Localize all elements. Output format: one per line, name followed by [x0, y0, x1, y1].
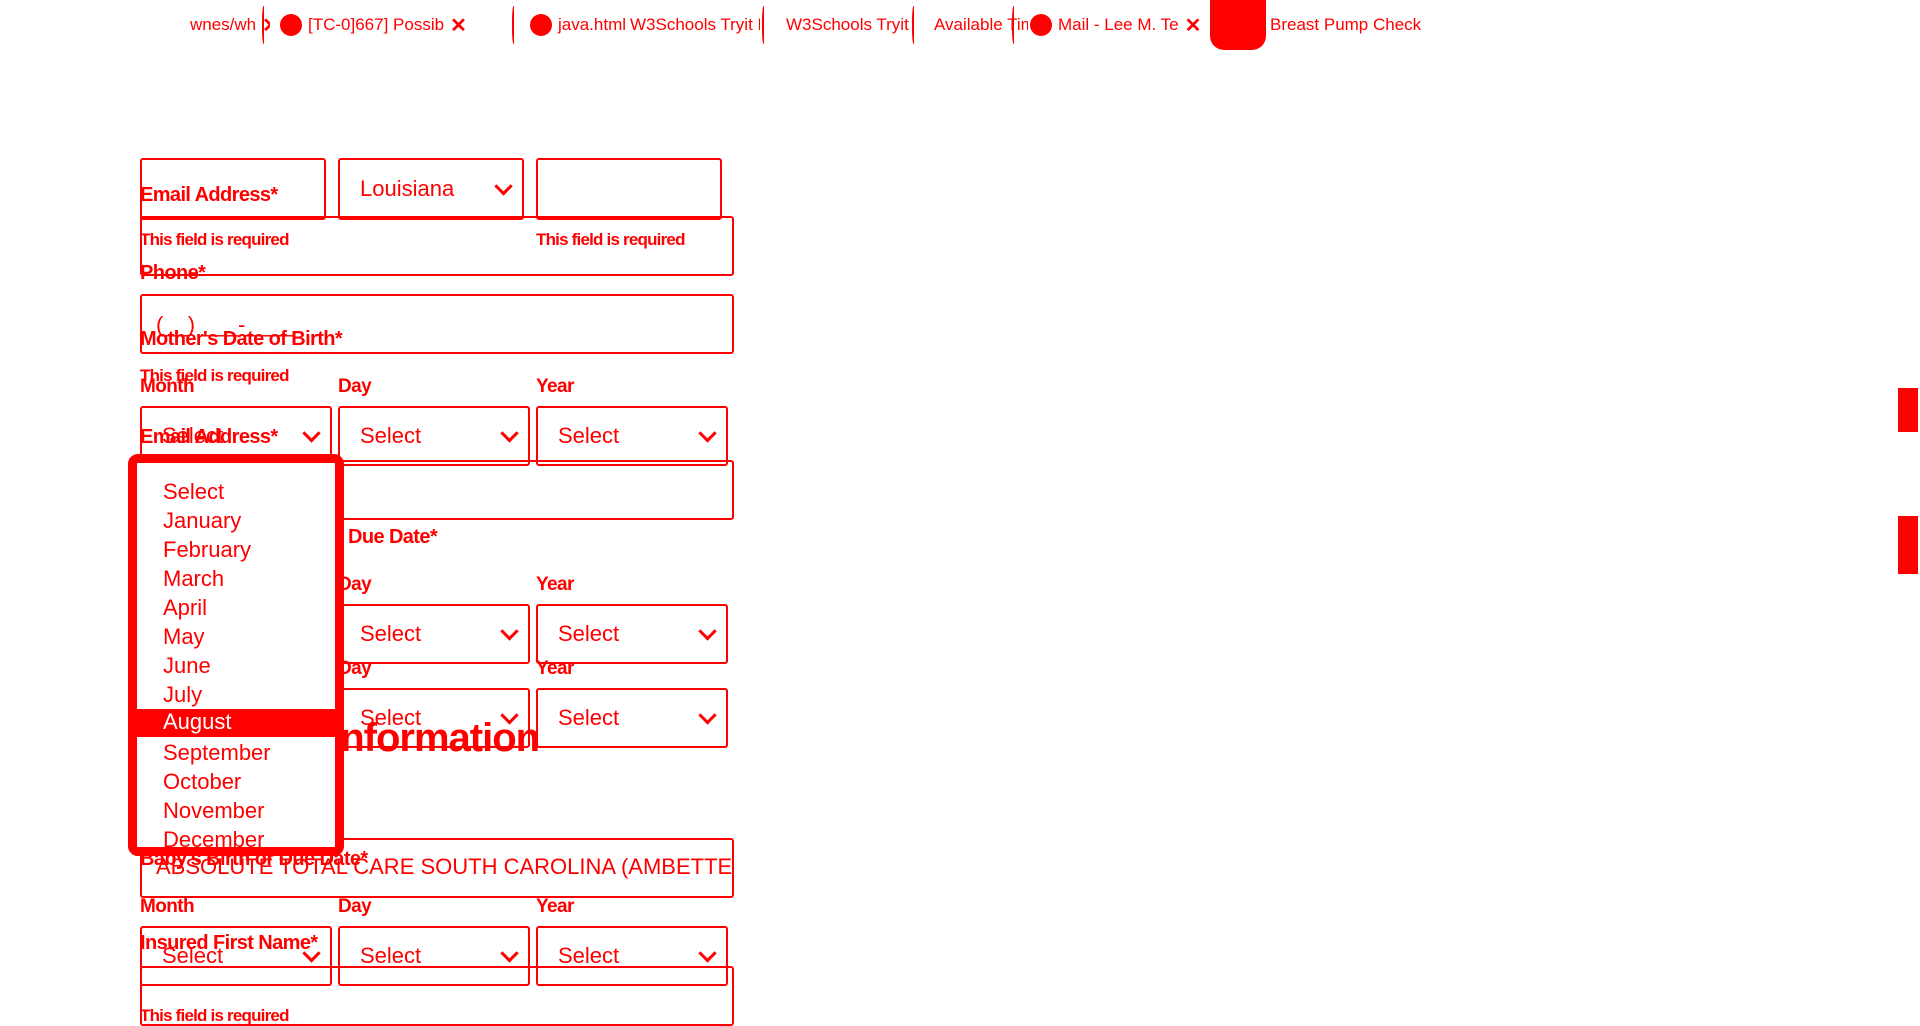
state-value: Louisiana [360, 176, 455, 201]
year-label: Year [536, 574, 574, 595]
dropdown-option[interactable]: Select [163, 479, 224, 505]
dropdown-option[interactable]: February [163, 537, 251, 563]
tab-5[interactable]: W3Schools Tryit Ed [780, 0, 910, 50]
insured-first-name-label: Insured First Name* [140, 932, 318, 954]
dropdown-option[interactable]: June [163, 653, 211, 679]
dropdown-option-highlighted[interactable]: August [137, 709, 335, 737]
dropdown-option[interactable]: December [163, 827, 264, 853]
state-select[interactable]: Louisiana [338, 158, 524, 220]
day-label: Day [338, 376, 372, 397]
error-message: This field is required [140, 1006, 289, 1025]
due-date-label: Due Date* [348, 526, 438, 548]
error-message: This field is required [140, 230, 289, 249]
dropdown-option[interactable]: July [163, 682, 202, 708]
phone-label: Phone* [140, 262, 206, 284]
globe-icon [530, 14, 552, 36]
close-icon[interactable]: ✕ [1185, 13, 1202, 38]
tab-7[interactable]: Mail - Lee M. Te ✕ [1030, 0, 1210, 50]
tab-separator [1012, 6, 1016, 44]
close-icon[interactable]: ✕ [450, 13, 467, 38]
tab-1[interactable]: wnes/wh ✕ [190, 0, 270, 50]
tab-separator [762, 6, 766, 44]
dropdown-option[interactable]: November [163, 798, 264, 824]
chevron-down-icon [698, 944, 717, 963]
email-label: Email Address* [140, 184, 278, 206]
dropdown-option[interactable]: May [163, 624, 205, 650]
month-label: Month [140, 376, 195, 397]
select-value: Select [558, 423, 620, 448]
mother-dob-label: Mother's Date of Birth* [140, 328, 343, 350]
select-value: Select [360, 621, 422, 646]
select-value: Select [360, 423, 422, 448]
jira-icon [280, 14, 302, 36]
chevron-down-icon [698, 424, 717, 443]
chevron-down-icon [494, 177, 513, 196]
year-select[interactable]: Select [536, 688, 728, 748]
chevron-down-icon [302, 424, 321, 443]
month-dropdown-list[interactable]: Select January February March April May … [128, 454, 344, 856]
year-label: Year [536, 376, 574, 397]
dropdown-option-label: August [163, 709, 232, 734]
dropdown-option[interactable]: March [163, 566, 224, 592]
mail-icon [1030, 14, 1052, 36]
tab-title: [TC-0]667] Possib [308, 15, 445, 34]
browser-tab-strip: wnes/wh ✕ [TC-0]667] Possib ✕ java.html … [0, 0, 1510, 50]
dropdown-option[interactable]: April [163, 595, 207, 621]
dropdown-option[interactable]: October [163, 769, 241, 795]
chevron-down-icon [500, 622, 519, 641]
chevron-down-icon [698, 622, 717, 641]
chevron-down-icon [698, 706, 717, 725]
dropdown-option[interactable]: September [163, 740, 271, 766]
tab-title: Mail - Lee M. Te [1058, 15, 1179, 34]
day-select[interactable]: Select [338, 604, 530, 664]
day-label: Day [338, 896, 372, 917]
select-value: Select [558, 621, 620, 646]
tab-separator [912, 6, 916, 44]
chevron-down-icon [500, 944, 519, 963]
year-select[interactable]: Select [536, 406, 728, 466]
day-select[interactable]: Select [338, 406, 530, 466]
dropdown-option[interactable]: January [163, 508, 241, 534]
year-label: Year [536, 658, 574, 679]
zip-input[interactable] [536, 158, 722, 220]
tab-title: wnes/wh [190, 15, 257, 34]
month-label: Month [140, 896, 195, 917]
tab-2[interactable]: [TC-0]667] Possib ✕ [280, 0, 500, 50]
tab-separator [262, 6, 266, 44]
tab-8-active[interactable]: Breast Pump Check [1270, 0, 1470, 50]
scrollbar-thumb[interactable] [1898, 516, 1918, 574]
tab-3[interactable]: java.html [530, 0, 630, 50]
tab-title: W3Schools Tryit Ed [786, 15, 910, 34]
active-tab-indicator [1210, 0, 1266, 50]
year-label: Year [536, 896, 574, 917]
tab-title: W3Schools Tryit Ed [630, 15, 760, 34]
tab-4[interactable]: W3Schools Tryit Ed ✕ [630, 0, 760, 50]
scrollbar-marker[interactable] [1898, 388, 1918, 432]
email-label: Email Address* [140, 426, 278, 448]
tab-title: java.html [558, 15, 627, 34]
chevron-down-icon [500, 424, 519, 443]
tab-title: Breast Pump Check [1270, 15, 1422, 34]
error-message: This field is required [536, 230, 685, 249]
year-select[interactable]: Select [536, 604, 728, 664]
tab-separator [512, 6, 516, 44]
select-value: Select [558, 705, 620, 730]
